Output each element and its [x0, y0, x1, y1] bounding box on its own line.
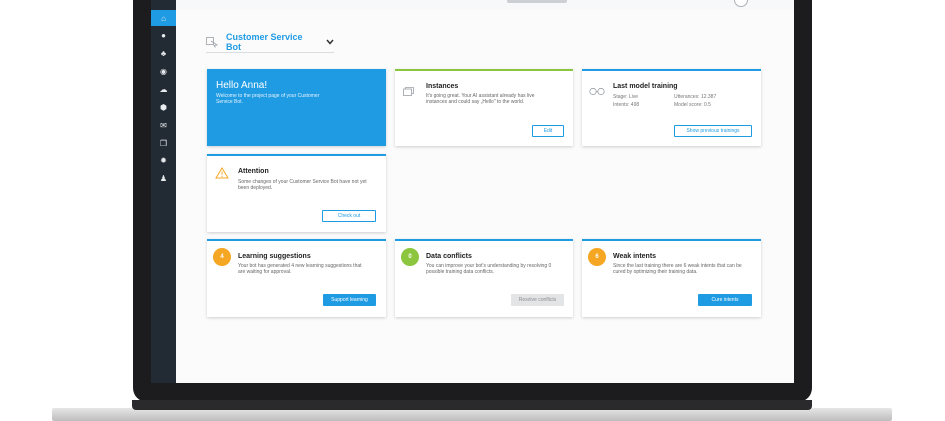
attention-title: Attention: [238, 168, 269, 175]
weak-intents-card: 6 Weak intents Since the last training t…: [582, 239, 761, 317]
learning-card: 4 Learning suggestions Your bot has gene…: [207, 239, 386, 317]
intents-icon: ◉: [160, 66, 167, 76]
cloud-icon: ☁: [159, 84, 168, 94]
conflicts-title: Data conflicts: [426, 253, 472, 260]
show-previous-trainings-button[interactable]: Show previous trainings: [674, 125, 752, 137]
sidebar-item-copy[interactable]: ❐: [151, 135, 176, 151]
project-name: Customer Service Bot: [226, 32, 303, 52]
instances-icon: [403, 83, 414, 101]
training-card: Last model training Stage: Live Intents:…: [582, 69, 761, 146]
training-model-score: Model score: 0.5: [674, 102, 711, 108]
chat-icon: ●: [161, 30, 166, 40]
hello-card: Hello Anna! Welcome to the project page …: [207, 69, 386, 146]
laptop-hinge: [132, 400, 812, 410]
sidebar-item-profile[interactable]: ♟: [151, 170, 176, 186]
attention-card: Attention Some changes of your Customer …: [207, 154, 386, 232]
sidebar-item-mail[interactable]: ✉: [151, 117, 176, 133]
hello-title: Hello Anna!: [216, 80, 268, 91]
user-icon: ♟: [159, 173, 168, 183]
support-learning-button[interactable]: Support learning: [323, 294, 376, 306]
training-title: Last model training: [613, 83, 678, 90]
sidebar-item-chat[interactable]: ●: [151, 27, 176, 43]
gear-icon: ✹: [160, 155, 167, 165]
sidebar-item-intents[interactable]: ◉: [151, 63, 176, 79]
copy-icon: ❐: [159, 138, 168, 148]
training-icon: [589, 83, 605, 101]
sidebar-item-users[interactable]: ♣: [151, 45, 176, 61]
training-stage: Stage: Live: [613, 94, 639, 100]
hello-text: Welcome to the project page of your Cust…: [216, 93, 320, 106]
sidebar-item-entities[interactable]: ⬢: [151, 99, 176, 115]
weak-intents-badge: 6: [588, 248, 606, 266]
edit-button[interactable]: Edit: [532, 125, 564, 137]
users-icon: ♣: [160, 48, 167, 58]
laptop-screen: ⌂ ● ♣ ◉ ☁ ⬢ ✉ ❐ ✹ ♟ Customer Service Bot…: [151, 0, 794, 383]
instances-title: Instances: [426, 83, 459, 90]
learning-badge: 4: [213, 248, 231, 266]
cure-intents-button[interactable]: Cure intents: [698, 294, 752, 306]
home-icon: ⌂: [161, 13, 166, 23]
conflicts-badge: 0: [401, 248, 419, 266]
conflicts-text: You can improve your bot's understanding…: [426, 263, 552, 276]
learning-text: Your bot has generated 4 new learning su…: [238, 263, 362, 276]
instances-card: Instances It's going great. Your AI assi…: [395, 69, 573, 146]
check-out-button[interactable]: Check out: [322, 210, 376, 222]
entities-icon: ⬢: [160, 102, 167, 112]
conflicts-card: 0 Data conflicts You can improve your bo…: [395, 239, 573, 317]
main-content: Customer Service Bot Hello Anna! Welcome…: [176, 10, 794, 383]
training-utterances: Utterances: 12.387: [674, 94, 717, 100]
instances-text: It's going great. Your AI assistant alre…: [426, 93, 535, 106]
warning-icon: [215, 166, 229, 184]
training-intents: Intents: 498: [613, 102, 640, 108]
project-icon: [206, 37, 219, 48]
search-bar[interactable]: [507, 0, 567, 3]
sidebar-item-settings[interactable]: ✹: [151, 152, 176, 168]
attention-text: Some changes of your Customer Service Bo…: [238, 179, 367, 192]
avatar[interactable]: [734, 0, 748, 7]
weak-intents-text: Since the last training there are 6 weak…: [613, 263, 742, 276]
project-selector[interactable]: Customer Service Bot: [206, 32, 334, 53]
laptop-base: [52, 400, 892, 421]
mail-icon: ✉: [160, 120, 167, 130]
sidebar-item-home[interactable]: ⌂: [151, 10, 176, 26]
sidebar: ⌂ ● ♣ ◉ ☁ ⬢ ✉ ❐ ✹ ♟: [151, 0, 176, 383]
learning-title: Learning suggestions: [238, 253, 311, 260]
weak-intents-title: Weak intents: [613, 253, 657, 260]
resolve-conflicts-button[interactable]: Resolve conflicts: [511, 294, 564, 306]
chevron-down-icon[interactable]: [326, 38, 334, 47]
sidebar-item-cloud[interactable]: ☁: [151, 81, 176, 97]
